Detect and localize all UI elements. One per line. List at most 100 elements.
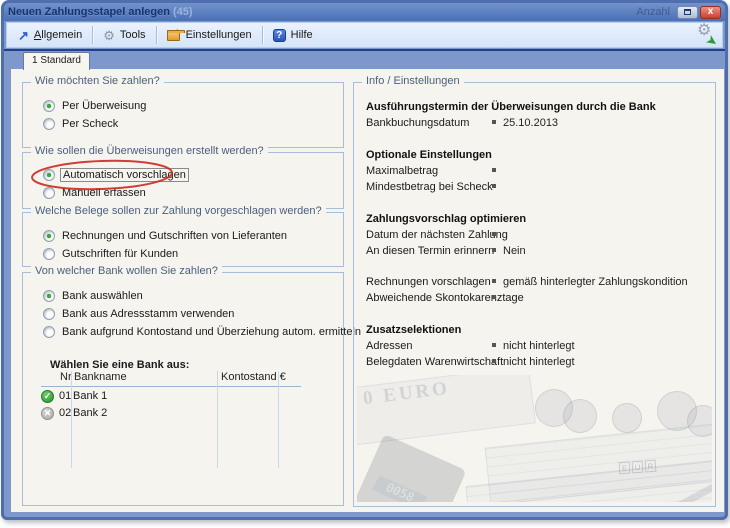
table-row-bank2[interactable]: ✕ 02 Bank 2 — [41, 405, 297, 421]
bullet-separator — [492, 232, 496, 236]
group-title: Wie sollen die Überweisungen erstellt we… — [31, 145, 268, 157]
gear-green-arrow-icon[interactable]: ⚙ ➤ — [696, 25, 716, 45]
group-creation-mode: Wie sollen die Überweisungen erstellt we… — [22, 152, 344, 209]
info-label: An diesen Termin erinnern — [366, 245, 494, 257]
info-row-skontokarenztage: Abweichende Skontokarenztage — [366, 292, 707, 306]
question-icon: ? — [273, 29, 286, 42]
folder-settings-icon: ✦ — [167, 29, 181, 41]
radio-label[interactable]: Bank aus Adressstamm verwenden — [62, 308, 234, 320]
tab-standard[interactable]: 1 Standard — [23, 52, 90, 70]
eur-field-boxes: EUR — [619, 460, 657, 475]
info-value: Nein — [503, 245, 526, 257]
radio-gutschriften-kunden[interactable]: Gutschriften für Kunden — [43, 247, 178, 261]
info-row-datum-naechste-zahlung: Datum der nächsten Zahlung — [366, 229, 707, 243]
radio-automatisch-vorschlagen[interactable]: Automatisch vorschlagen — [43, 168, 189, 182]
calculator-display: 0058 — [372, 476, 428, 502]
info-value: nicht hinterlegt — [503, 356, 575, 368]
toolbar-separator — [92, 26, 93, 44]
radio-label[interactable]: Rechnungen und Gutschriften von Lieferan… — [62, 230, 287, 242]
radio-manuell-erfassen[interactable]: Manuell erfassen — [43, 186, 146, 200]
info-row-mindestbetrag: Mindestbetrag bei Scheck — [366, 181, 707, 195]
radio-bank-automatisch[interactable]: Bank aufgrund Kontostand und Überziehung… — [43, 325, 361, 339]
group-title: Welche Belege sollen zur Zahlung vorgesc… — [31, 205, 326, 217]
section-heading-zahlungsvorschlag: Zahlungsvorschlag optimieren — [366, 213, 526, 225]
radio-bank-adressstamm[interactable]: Bank aus Adressstamm verwenden — [43, 307, 234, 321]
bullet-separator — [492, 343, 496, 347]
info-label: Belegdaten Warenwirtschaft — [366, 356, 503, 368]
calculator-shape: 0058 — [357, 434, 467, 502]
radio-per-ueberweisung[interactable]: Per Überweisung — [43, 99, 146, 113]
gray-cross-icon: ✕ — [41, 407, 54, 420]
group-payment-method: Wie möchten Sie zahlen? Per Überweisung … — [22, 82, 344, 148]
title-bar[interactable]: Neuen Zahlungsstapel anlegen (45) Anzahl… — [4, 3, 725, 21]
radio-selected-icon[interactable] — [43, 100, 55, 112]
restore-button[interactable] — [677, 6, 698, 19]
group-info-einstellungen: Info / Einstellungen Ausführungstermin d… — [353, 82, 716, 507]
group-bank-selection: Von welcher Bank wollen Sie zahlen? Bank… — [22, 272, 344, 506]
radio-selected-icon[interactable] — [43, 290, 55, 302]
toolbar-separator — [262, 26, 263, 44]
info-row-adressen: Adressen nicht hinterlegt — [366, 340, 707, 354]
info-row-maximalbetrag: Maximalbetrag — [366, 165, 707, 179]
info-label: Abweichende Skontokarenztage — [366, 292, 524, 304]
toolbar-button-hilfe[interactable]: ? Hilfe — [266, 27, 320, 44]
bank-nr: 02 — [59, 407, 71, 419]
coin-shape — [612, 403, 642, 433]
toolbar-button-allgemein[interactable]: ↗ Allgemein — [11, 27, 89, 44]
radio-bank-auswaehlen[interactable]: Bank auswählen — [43, 289, 143, 303]
info-row-belegdaten: Belegdaten Warenwirtschaft nicht hinterl… — [366, 356, 707, 370]
bank-name: Bank 1 — [73, 390, 107, 402]
bank-nr: 01 — [59, 390, 71, 402]
restore-icon — [684, 9, 691, 15]
radio-icon[interactable] — [43, 187, 55, 199]
section-heading-zusatzselektionen: Zusatzselektionen — [366, 324, 461, 336]
radio-icon[interactable] — [43, 308, 55, 320]
group-document-selection: Welche Belege sollen zur Zahlung vorgesc… — [22, 212, 344, 267]
bank-table: Nr Bankname Kontostand € ✓ 01 Bank 1 ✕ 0… — [41, 371, 301, 471]
radio-selected-icon[interactable] — [43, 230, 55, 242]
radio-icon[interactable] — [43, 326, 55, 338]
info-label: Datum der nächsten Zahlung — [366, 229, 508, 241]
radio-label[interactable]: Bank aufgrund Kontostand und Überziehung… — [62, 326, 361, 338]
radio-label[interactable]: Bank auswählen — [62, 290, 143, 302]
bullet-separator — [492, 295, 496, 299]
group-title: Info / Einstellungen — [362, 75, 464, 87]
info-label: Mindestbetrag bei Scheck — [366, 181, 493, 193]
radio-rechnungen-lieferanten[interactable]: Rechnungen und Gutschriften von Lieferan… — [43, 229, 287, 243]
bank-name: Bank 2 — [73, 407, 107, 419]
toolbar-button-tools[interactable]: ⚙ Tools — [96, 27, 152, 44]
info-row-termin-erinnern: An diesen Termin erinnern Nein — [366, 245, 707, 259]
info-label: Maximalbetrag — [366, 165, 438, 177]
radio-icon[interactable] — [43, 248, 55, 260]
radio-label[interactable]: Per Überweisung — [62, 100, 146, 112]
euro-money-watermark: 0 EURO EUR 0058 — [357, 375, 712, 502]
section-heading-optionale-einstellungen: Optionale Einstellungen — [366, 149, 492, 161]
info-value: nicht hinterlegt — [503, 340, 575, 352]
radio-label[interactable]: Gutschriften für Kunden — [62, 248, 178, 260]
coin-shape — [563, 399, 597, 433]
group-title: Von welcher Bank wollen Sie zahlen? — [31, 265, 222, 277]
green-check-icon: ✓ — [41, 390, 54, 403]
ghost-text-anzahl: Anzahl — [636, 6, 670, 18]
section-heading-ausfuehrungstermin: Ausführungstermin der Überweisungen durc… — [366, 101, 656, 113]
info-row-bankbuchungsdatum: Bankbuchungsdatum 25.10.2013 — [366, 117, 707, 131]
radio-per-scheck[interactable]: Per Scheck — [43, 117, 118, 131]
info-label: Bankbuchungsdatum — [366, 117, 469, 129]
dialog-window: Neuen Zahlungsstapel anlegen (45) Anzahl… — [1, 0, 728, 520]
radio-icon[interactable] — [43, 118, 55, 130]
radio-selected-icon[interactable] — [43, 169, 55, 181]
arrow-up-right-icon: ↗ — [18, 29, 29, 42]
radio-label-focused[interactable]: Automatisch vorschlagen — [60, 168, 189, 182]
toolbar-button-label: Einstellungen — [186, 29, 252, 41]
bullet-separator — [492, 359, 496, 363]
radio-label[interactable]: Manuell erfassen — [62, 187, 146, 199]
bullet-separator — [492, 120, 496, 124]
radio-label[interactable]: Per Scheck — [62, 118, 118, 130]
table-row-bank1[interactable]: ✓ 01 Bank 1 — [41, 388, 297, 404]
info-label: Rechnungen vorschlagen — [366, 276, 491, 288]
close-button[interactable]: x — [700, 6, 721, 19]
toolbar: ↗ Allgemein ⚙ Tools ✦ Einstellungen ? Hi… — [6, 22, 723, 48]
toolbar-bottom-divider — [4, 49, 725, 51]
info-label: Adressen — [366, 340, 412, 352]
toolbar-button-einstellungen[interactable]: ✦ Einstellungen — [160, 27, 259, 43]
